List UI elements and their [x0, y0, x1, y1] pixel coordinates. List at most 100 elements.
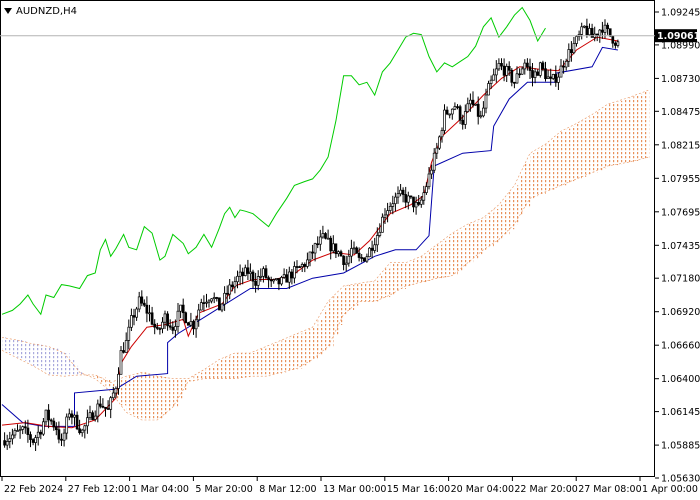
candle-body [355, 247, 358, 254]
cloud-segment [592, 114, 598, 173]
candle-body [606, 24, 609, 30]
candle-body [39, 431, 43, 435]
candle-body [267, 277, 270, 281]
candle-body [5, 441, 9, 446]
candle-body [588, 28, 591, 36]
candle-body [161, 321, 164, 330]
cloud-segment [162, 377, 168, 416]
candle-body [194, 319, 198, 330]
candle-body [119, 350, 123, 375]
candle-body [564, 60, 568, 68]
symbol-label: AUDNZD,H4 [16, 6, 77, 17]
candle-body [520, 68, 524, 75]
candle-body [350, 248, 353, 257]
candle-body [233, 281, 237, 288]
candle-body [329, 237, 333, 252]
candle-body [230, 284, 234, 288]
candle-body [300, 264, 304, 268]
cloud-segment [462, 227, 469, 268]
candle-body [130, 315, 133, 328]
candle-body [463, 111, 467, 125]
candle-body [44, 409, 48, 423]
y-tick-label: 1.06400 [661, 374, 700, 385]
candle-body [471, 99, 475, 106]
candle-body [546, 76, 550, 79]
candle-body [541, 62, 545, 70]
cloud-segment [540, 147, 546, 194]
cloud-segment [369, 281, 375, 302]
candle-body [215, 297, 219, 299]
candle-body [47, 409, 50, 421]
cloud-segment [27, 342, 34, 364]
candle-body [536, 71, 540, 76]
cloud-segment [203, 369, 210, 379]
cloud-segment [12, 339, 18, 356]
candle-body [342, 255, 345, 265]
cloud-segment [276, 342, 282, 374]
candle-body [443, 109, 446, 131]
candle-body [557, 76, 560, 83]
candle-body [269, 279, 273, 282]
candle-body [3, 440, 6, 446]
cloud-segment [586, 117, 593, 175]
candle-body [306, 259, 309, 267]
candle-body [26, 427, 30, 435]
candle-body [533, 71, 537, 78]
candle-body [86, 417, 89, 427]
cloud-segment [478, 219, 484, 255]
cloud-segment [131, 374, 137, 415]
candle-body [611, 35, 615, 44]
candle-body [264, 268, 268, 279]
candle-body [484, 94, 488, 109]
candle [474, 103, 477, 106]
candle-body [285, 274, 289, 283]
x-tick-label: 5 Mar 20:00 [195, 484, 252, 495]
cloud-segment [302, 331, 308, 366]
y-tick-label: 1.07955 [661, 174, 700, 185]
candle-body [80, 429, 84, 434]
y-tick-label: 1.08215 [661, 140, 700, 151]
candle-body [417, 202, 421, 205]
candle [184, 311, 188, 324]
candle-body [469, 99, 472, 105]
candle-body [251, 271, 255, 282]
candle-body [324, 233, 327, 239]
candle-body [287, 271, 291, 283]
candle-body [391, 203, 395, 207]
candle-body [101, 405, 105, 408]
candle-body [184, 312, 188, 324]
candle-body [36, 431, 40, 438]
cloud-segment [488, 213, 494, 247]
cloud-segment [405, 262, 412, 286]
candle-body [513, 81, 516, 84]
candle-body [381, 216, 384, 233]
candle-body [456, 106, 459, 108]
candle-body [318, 236, 322, 245]
candle-body [8, 438, 12, 442]
candle-body [212, 297, 216, 300]
candle-body [303, 264, 307, 267]
candle-body [614, 42, 617, 46]
candle-body [326, 237, 330, 240]
x-tick-label: 20 Mar 04:00 [451, 484, 514, 495]
candle-body [399, 189, 402, 195]
candle [324, 232, 327, 240]
candle-body [313, 243, 317, 254]
candle-body [461, 119, 465, 125]
candle-body [29, 434, 32, 440]
cloud-segment [374, 280, 381, 302]
candle-body [207, 300, 211, 303]
cloud-segment [198, 372, 205, 380]
cloud-segment [183, 378, 189, 390]
candle-body [549, 76, 553, 79]
candle-body [370, 247, 374, 251]
candle-body [106, 408, 110, 410]
cloud-segment [514, 185, 520, 225]
candle-body [344, 262, 348, 265]
cloud-segment [317, 318, 324, 356]
candle-body [65, 416, 69, 434]
candle-body [117, 373, 120, 389]
candle-body [551, 74, 555, 79]
candle-body [526, 62, 529, 68]
cloud-segment [255, 350, 261, 377]
